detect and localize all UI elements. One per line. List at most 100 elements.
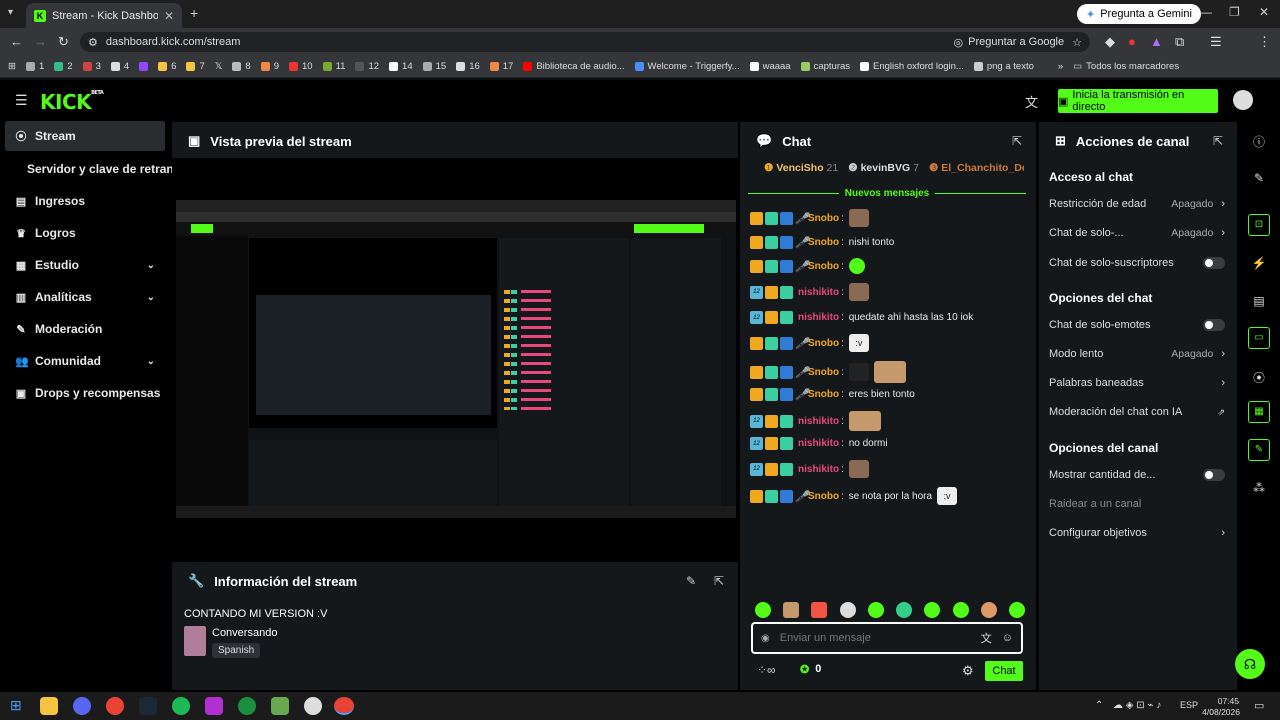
top-chatter[interactable]: ❶ VenciSho 21 [764, 162, 838, 174]
clock-time[interactable]: 07:45 [1205, 696, 1239, 706]
tables-widget-icon[interactable]: ▦ [1248, 401, 1270, 423]
menu-icon[interactable]: ⋮ [1258, 34, 1271, 50]
emote-button[interactable] [1008, 602, 1025, 618]
steam-icon[interactable] [139, 697, 157, 715]
popout-icon[interactable]: ⇱ [1012, 134, 1022, 148]
sidebar-item-community[interactable]: 👥 Comunidad ⌄ [5, 346, 165, 376]
lightning-icon[interactable]: ⚡ [1251, 256, 1267, 272]
emoji-picker-icon[interactable]: ☺ [1002, 632, 1013, 644]
bookmark-item[interactable]: 17 [489, 61, 513, 72]
language-indicator[interactable]: ESP [1180, 700, 1198, 710]
translate-icon[interactable]: 文 [1025, 92, 1038, 111]
goals-row[interactable]: Configurar objetivos › [1049, 527, 1225, 539]
ask-google-button[interactable]: ◎ Preguntar a Google [954, 36, 1065, 49]
bookmark-item[interactable]: 16 [456, 61, 480, 72]
address-bar[interactable]: ⚙ dashboard.kick.com/stream ◎ Preguntar … [80, 32, 1090, 52]
bookmark-item[interactable]: 2 [54, 61, 73, 72]
document-icon[interactable]: ▤ [1251, 294, 1267, 310]
chat-message[interactable]: 🎤 Snobo: [750, 361, 906, 383]
emotes-only-row[interactable]: Chat de solo-emotes [1049, 319, 1225, 331]
subscribers-only-toggle[interactable] [1203, 257, 1225, 269]
sidebar-item-analytics[interactable]: ▥ Analíticas ⌄ [5, 282, 165, 312]
camera-widget-icon[interactable]: ⊡ [1248, 214, 1270, 236]
raid-channel-row[interactable]: Raidear a un canal [1049, 498, 1225, 510]
chat-input[interactable]: ◉ 文 ☺ [751, 622, 1023, 654]
browser-tab[interactable]: K Stream - Kick Dashboard ✕ [26, 3, 182, 28]
hamburger-menu-icon[interactable]: ☰ [15, 92, 28, 109]
maximize-icon[interactable]: ❐ [1229, 5, 1240, 19]
emote-button[interactable] [980, 602, 997, 618]
bookmark-item[interactable]: waaaa [749, 61, 791, 72]
sidebar-item-stream[interactable]: ⦿ Stream [5, 121, 165, 151]
settings-gear-icon[interactable]: ⚙ [962, 663, 974, 679]
emote-button[interactable] [839, 602, 856, 618]
slow-mode-row[interactable]: Modo lento Apagado › [1049, 348, 1225, 360]
chrome-active-icon[interactable] [334, 697, 354, 715]
emote-button[interactable] [896, 602, 913, 618]
bookmark-item[interactable]: Biblioteca de audio... [523, 61, 625, 72]
all-bookmarks-folder[interactable]: ▭ Todos los marcadores [1073, 61, 1179, 72]
kicks-counter[interactable]: ✪ 0 [800, 663, 821, 676]
xbox-icon[interactable] [238, 697, 256, 715]
notifications-icon[interactable]: ▭ [1254, 699, 1264, 712]
banned-words-row[interactable]: Palabras baneadas › [1049, 377, 1225, 389]
emote-button[interactable] [811, 602, 828, 618]
bookmark-item[interactable]: 15 [422, 61, 446, 72]
translate-icon[interactable]: 文 [981, 630, 992, 646]
wrench-widget-icon[interactable]: ✎ [1248, 439, 1270, 461]
spotify-icon[interactable] [172, 697, 190, 715]
show-count-toggle[interactable] [1203, 469, 1225, 481]
sidebar-item-studio[interactable]: ▦ Estudio ⌄ [5, 250, 165, 280]
app-icon[interactable] [205, 697, 223, 715]
bookmark-item[interactable]: 10 [289, 61, 313, 72]
bookmark-item[interactable] [139, 62, 149, 71]
top-chatter[interactable]: ❸ El_Chanchito_De_D [929, 162, 1024, 174]
bookmark-item[interactable]: Welcome - Triggerfy... [634, 61, 740, 72]
new-tab-icon[interactable]: + [190, 5, 198, 21]
subscribers-only-row[interactable]: Chat de solo-suscriptores [1049, 257, 1225, 269]
apps-icon[interactable]: ⊞ [8, 61, 16, 72]
edit-icon[interactable]: ✎ [686, 574, 696, 588]
chat-message[interactable]: 🎤 Snobo: [750, 258, 865, 274]
top-chatter[interactable]: ❷ kevinBVG 7 [848, 162, 919, 174]
extension-icon[interactable]: ● [1128, 34, 1136, 49]
category-name[interactable]: Conversando [212, 627, 277, 639]
chat-message[interactable]: 12 nishikito: [750, 411, 881, 431]
tray-icons[interactable]: ☁ ◈ ⊡ ⌁ ♪ [1113, 700, 1161, 711]
user-avatar[interactable] [1233, 90, 1253, 110]
send-chat-button[interactable]: Chat [985, 661, 1023, 681]
show-count-row[interactable]: Mostrar cantidad de... [1049, 469, 1225, 481]
obs-icon[interactable] [304, 697, 322, 715]
reload-icon[interactable]: ↻ [58, 34, 69, 50]
ai-moderation-row[interactable]: Moderación del chat con IA ⇗ [1049, 406, 1225, 418]
bookmark-star-icon[interactable]: ☆ [1072, 36, 1082, 49]
emotes-only-toggle[interactable] [1203, 319, 1225, 331]
popout-icon[interactable]: ⇱ [1213, 134, 1223, 148]
info-icon[interactable]: ⓘ [1251, 133, 1267, 149]
chat-message[interactable]: 🎤 Snobo::v [750, 334, 869, 352]
file-explorer-icon[interactable] [40, 697, 58, 715]
bookmark-item[interactable]: 8 [232, 61, 251, 72]
minecraft-icon[interactable] [271, 697, 289, 715]
minimize-icon[interactable]: — [1200, 5, 1212, 19]
ask-gemini-button[interactable]: ✦ Pregunta a Gemini [1077, 4, 1201, 24]
sidebar-item-moderation[interactable]: ✎ Moderación [5, 314, 165, 344]
go-live-button[interactable]: ▣ Inicia la transmisión en directo [1058, 89, 1218, 113]
chat-message[interactable]: 12 nishikito: [750, 283, 869, 301]
chat-message[interactable]: 🎤 Snobo: se nota por la hora:v [750, 487, 958, 505]
bookmark-item[interactable]: 6 [158, 61, 176, 72]
pencil-icon[interactable]: ✎ [1251, 171, 1267, 187]
sidebar-item-revenue[interactable]: ▤ Ingresos [5, 186, 165, 216]
forward-icon[interactable]: → [34, 34, 47, 49]
chat-message[interactable]: 12 nishikito: quedate ahi hasta las 10 io… [750, 311, 973, 324]
chat-message[interactable]: 🎤 Snobo: nishi tonto [750, 236, 894, 249]
bookmark-item[interactable]: English oxford login... [860, 61, 964, 72]
chat-message[interactable]: 12 nishikito: [750, 460, 869, 478]
bookmark-item[interactable]: 3 [82, 61, 101, 72]
back-icon[interactable]: ← [10, 34, 23, 49]
bookmark-item[interactable]: 4 [110, 61, 129, 72]
emote-button[interactable] [952, 602, 969, 618]
emote-button[interactable] [755, 602, 771, 618]
close-tab-icon[interactable]: ✕ [164, 9, 174, 23]
broadcast-icon[interactable]: ⦿ [1251, 369, 1267, 385]
